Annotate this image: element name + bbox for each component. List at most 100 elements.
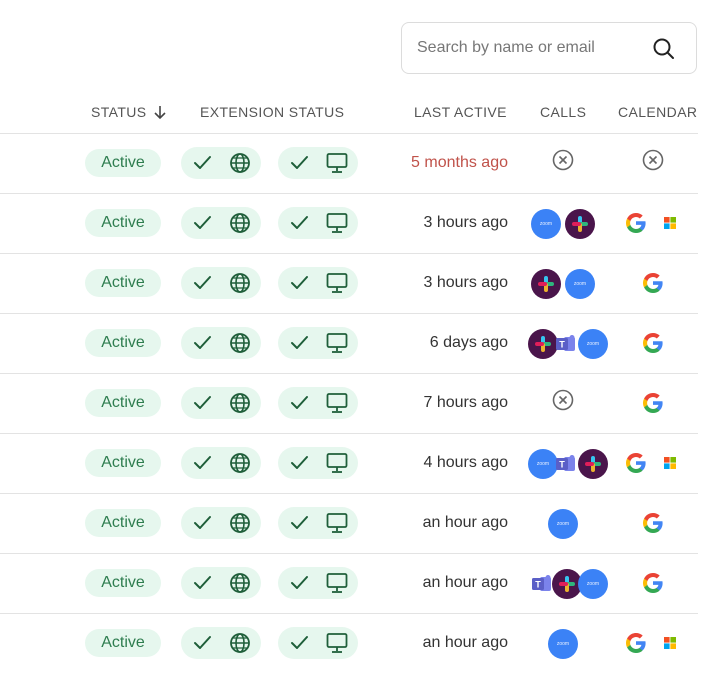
monitor-icon bbox=[326, 213, 348, 233]
slack-icon bbox=[565, 209, 595, 239]
search-input[interactable] bbox=[417, 23, 642, 73]
column-header-calls[interactable]: CALLS bbox=[540, 104, 586, 120]
calls-cell: zoom bbox=[528, 508, 610, 540]
zoom-icon: zoom bbox=[578, 569, 608, 599]
status-badge: Active bbox=[85, 569, 161, 597]
table-row[interactable]: Active an hour ago zoom bbox=[0, 613, 698, 673]
calendars-cell bbox=[620, 148, 698, 180]
google-calendar-icon bbox=[643, 333, 663, 353]
globe-icon bbox=[230, 393, 250, 413]
calendars-cell bbox=[620, 388, 698, 420]
column-header-status[interactable]: STATUS bbox=[91, 104, 167, 120]
globe-icon bbox=[230, 213, 250, 233]
desktop-app-status bbox=[278, 627, 358, 659]
browser-extension-status bbox=[181, 267, 261, 299]
browser-extension-status bbox=[181, 387, 261, 419]
microsoft-calendar-icon bbox=[664, 457, 676, 469]
svg-text:T: T bbox=[559, 460, 565, 470]
table-row[interactable]: Active 4 hours ago zoom T bbox=[0, 433, 698, 493]
checkmark-icon bbox=[194, 456, 211, 469]
desktop-app-status bbox=[278, 267, 358, 299]
table-row[interactable]: Active an hour ago Tzoom bbox=[0, 553, 698, 613]
checkmark-icon bbox=[194, 156, 211, 169]
zoom-icon: zoom bbox=[548, 629, 578, 659]
checkmark-icon bbox=[291, 336, 308, 349]
last-active-text: an hour ago bbox=[422, 574, 508, 591]
calls-cell: zoom bbox=[528, 268, 610, 300]
monitor-icon bbox=[326, 513, 348, 533]
column-header-calendars[interactable]: CALENDARS bbox=[618, 104, 698, 120]
slack-logo-glyph bbox=[559, 576, 575, 592]
calendars-cell bbox=[620, 208, 698, 240]
table-row[interactable]: Active 3 hours ago zoom bbox=[0, 193, 698, 253]
google-calendar-icon bbox=[626, 213, 646, 233]
table-row[interactable]: Active 7 hours ago bbox=[0, 373, 698, 433]
search-icon[interactable] bbox=[651, 36, 677, 62]
monitor-icon bbox=[326, 633, 348, 653]
table-row[interactable]: Active 3 hours ago zoom bbox=[0, 253, 698, 313]
table-row[interactable]: Active an hour ago zoom bbox=[0, 493, 698, 553]
calls-cell: zoom T bbox=[528, 448, 610, 480]
monitor-icon bbox=[326, 333, 348, 353]
zoom-icon: zoom bbox=[565, 269, 595, 299]
google-calendar-icon bbox=[643, 273, 663, 293]
table-row[interactable]: Active 5 months ago bbox=[0, 133, 698, 193]
checkmark-icon bbox=[291, 576, 308, 589]
slack-logo-glyph bbox=[535, 336, 551, 352]
status-badge: Active bbox=[85, 509, 161, 537]
globe-icon bbox=[230, 453, 250, 473]
browser-extension-status bbox=[181, 567, 261, 599]
calendars-cell bbox=[620, 508, 698, 540]
checkmark-icon bbox=[194, 396, 211, 409]
browser-extension-status bbox=[181, 507, 261, 539]
column-header-last-active[interactable]: LAST ACTIVE bbox=[414, 104, 507, 120]
zoom-icon: zoom bbox=[548, 509, 578, 539]
calls-cell: zoom bbox=[528, 208, 610, 240]
calls-cell: Tzoom bbox=[528, 328, 610, 360]
slack-icon bbox=[578, 449, 608, 479]
calendars-cell bbox=[620, 448, 698, 480]
no-calls-icon bbox=[552, 389, 574, 411]
last-active-text: 7 hours ago bbox=[423, 394, 508, 411]
checkmark-icon bbox=[194, 636, 211, 649]
globe-icon bbox=[230, 333, 250, 353]
globe-icon bbox=[230, 153, 250, 173]
last-active-text: 6 days ago bbox=[429, 334, 508, 351]
calls-cell bbox=[528, 388, 610, 420]
checkmark-icon bbox=[194, 216, 211, 229]
table-row[interactable]: Active 6 days ago Tzoom bbox=[0, 313, 698, 373]
slack-logo-glyph bbox=[585, 456, 601, 472]
status-badge: Active bbox=[85, 149, 161, 177]
svg-text:T: T bbox=[559, 340, 565, 350]
last-active-text: 4 hours ago bbox=[423, 454, 508, 471]
checkmark-icon bbox=[291, 456, 308, 469]
status-badge: Active bbox=[85, 329, 161, 357]
calendars-cell bbox=[620, 628, 698, 660]
column-header-extension-status[interactable]: EXTENSION STATUS bbox=[200, 104, 344, 120]
checkmark-icon bbox=[194, 276, 211, 289]
monitor-icon bbox=[326, 153, 348, 173]
status-badge: Active bbox=[85, 449, 161, 477]
zoom-icon: zoom bbox=[531, 209, 561, 239]
status-badge: Active bbox=[85, 269, 161, 297]
desktop-app-status bbox=[278, 147, 358, 179]
status-badge: Active bbox=[85, 389, 161, 417]
google-calendar-icon bbox=[643, 573, 663, 593]
checkmark-icon bbox=[291, 516, 308, 529]
status-badge: Active bbox=[85, 209, 161, 237]
sort-descending-icon[interactable] bbox=[153, 104, 167, 120]
column-header-status-label: STATUS bbox=[91, 104, 147, 120]
globe-icon bbox=[230, 633, 250, 653]
browser-extension-status bbox=[181, 447, 261, 479]
users-table-body: Active 5 months ago Active 3 hours ago zoom A… bbox=[0, 133, 698, 673]
desktop-app-status bbox=[278, 447, 358, 479]
calls-cell: zoom bbox=[528, 628, 610, 660]
desktop-app-status bbox=[278, 207, 358, 239]
svg-text:T: T bbox=[535, 580, 541, 590]
checkmark-icon bbox=[291, 636, 308, 649]
browser-extension-status bbox=[181, 207, 261, 239]
microsoft-teams-icon: T bbox=[556, 455, 575, 471]
search-box[interactable] bbox=[401, 22, 697, 74]
last-active-text: 3 hours ago bbox=[423, 274, 508, 291]
slack-icon bbox=[528, 329, 558, 359]
